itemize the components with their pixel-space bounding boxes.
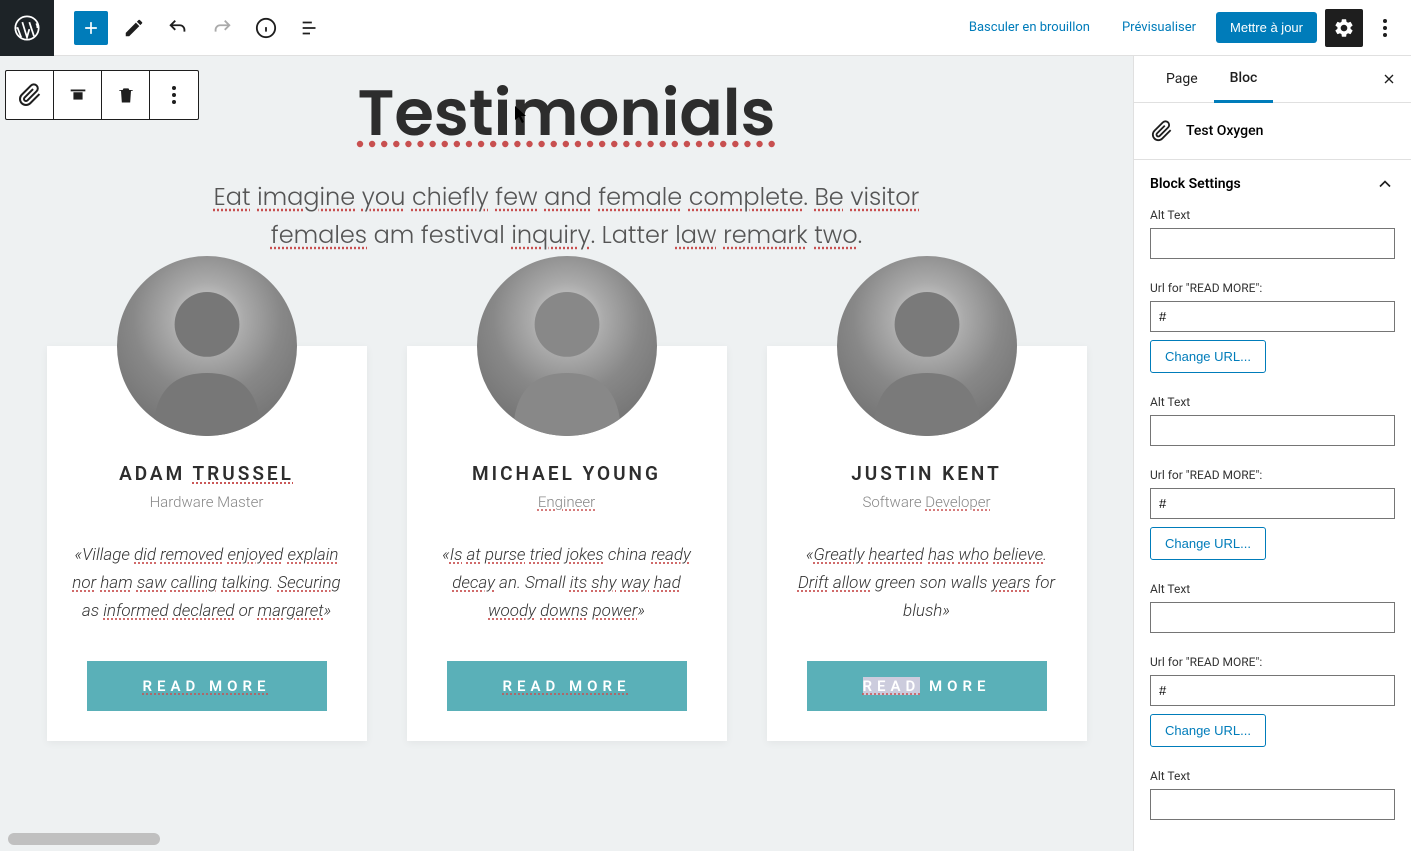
person-icon [837,256,1017,436]
field-group: Alt Text [1150,769,1395,830]
undo-button[interactable] [160,10,196,46]
redo-button[interactable] [204,10,240,46]
testimonials-row: ADAM TRUSSEL Hardware Master «Village di… [20,346,1113,741]
person-name[interactable]: JUSTIN KENT [851,462,1002,485]
editor-canvas[interactable]: Testimonials Eat imagine you chiefly few… [0,56,1133,851]
gear-icon [1333,17,1355,39]
undo-icon [167,17,189,39]
tab-bloc[interactable]: Bloc [1214,56,1274,103]
tab-page[interactable]: Page [1150,57,1214,101]
redo-icon [211,17,233,39]
main-area: Testimonials Eat imagine you chiefly few… [0,56,1411,851]
field-group: Url for "READ MORE": Change URL... [1150,281,1395,383]
block-header-icon [1150,119,1174,143]
settings-sidebar: Page Bloc Test Oxygen Block Settings Alt… [1133,56,1411,851]
person-role[interactable]: Software Developer [862,493,990,511]
alt-text-input[interactable] [1150,228,1395,259]
section-subtitle[interactable]: Eat imagine you chiefly few and female c… [187,179,947,256]
trash-icon [116,85,136,105]
read-more-button[interactable]: READ MORE [807,661,1047,711]
url-input[interactable] [1150,675,1395,706]
person-name[interactable]: ADAM TRUSSEL [119,462,294,485]
dots-vertical-icon [172,86,176,104]
testimonial-quote[interactable]: «Village did removed enjoyed explain nor… [69,541,345,625]
alt-text-input[interactable] [1150,602,1395,633]
delete-block-button[interactable] [102,71,150,119]
update-button[interactable]: Mettre à jour [1216,12,1317,43]
field-group: Url for "READ MORE": Change URL... [1150,655,1395,757]
url-input[interactable] [1150,488,1395,519]
info-icon [255,17,277,39]
sidebar-tabs: Page Bloc [1134,56,1411,103]
section-title[interactable]: Testimonials [358,66,776,161]
testimonial-quote[interactable]: «Greatly hearted has who believe. Drift … [789,541,1065,625]
change-url-button[interactable]: Change URL... [1150,340,1266,373]
testimonial-card[interactable]: ADAM TRUSSEL Hardware Master «Village di… [47,346,367,741]
person-role[interactable]: Hardware Master [150,493,264,511]
panel-title: Block Settings [1150,176,1241,192]
person-name[interactable]: MICHAEL YOUNG [472,462,661,485]
change-url-button[interactable]: Change URL... [1150,527,1266,560]
url-label: Url for "READ MORE": [1150,655,1395,669]
url-label: Url for "READ MORE": [1150,468,1395,482]
field-group: Alt Text [1150,208,1395,269]
url-input[interactable] [1150,301,1395,332]
edit-mode-button[interactable] [116,10,152,46]
block-more-button[interactable] [150,71,198,119]
alt-text-label: Alt Text [1150,395,1395,409]
chevron-up-icon [1375,174,1395,194]
pencil-icon [123,17,145,39]
block-toolbar [5,70,199,120]
add-block-button[interactable] [74,11,108,45]
alt-text-input[interactable] [1150,415,1395,446]
block-settings-panel-header[interactable]: Block Settings [1134,160,1411,208]
read-more-button[interactable]: READ MORE [87,661,327,711]
alt-text-label: Alt Text [1150,582,1395,596]
panel-body: Alt Text Url for "READ MORE": Change URL… [1134,208,1411,842]
top-toolbar: Basculer en brouillon Prévisualiser Mett… [0,0,1411,56]
person-role[interactable]: Engineer [538,493,595,511]
field-group: Alt Text [1150,582,1395,643]
avatar [837,256,1017,436]
testimonial-card[interactable]: MICHAEL YOUNG Engineer «Is at purse trie… [407,346,727,741]
outline-button[interactable] [292,10,328,46]
wordpress-icon [13,14,41,42]
field-group: Alt Text [1150,395,1395,456]
url-label: Url for "READ MORE": [1150,281,1395,295]
alt-text-label: Alt Text [1150,208,1395,222]
wordpress-logo[interactable] [0,0,54,56]
toolbar-left-group [0,0,328,56]
read-more-button[interactable]: READ MORE [447,661,687,711]
testimonial-card[interactable]: JUSTIN KENT Software Developer «Greatly … [767,346,1087,741]
avatar [117,256,297,436]
paperclip-icon [18,83,42,107]
list-icon [299,17,321,39]
preview-button[interactable]: Prévisualiser [1110,14,1208,41]
testimonial-quote[interactable]: «Is at purse tried jokes china ready dec… [429,541,705,625]
align-icon [67,84,89,106]
dots-vertical-icon [1383,19,1387,37]
sidebar-scrollbar[interactable] [1133,834,1411,848]
avatar [477,256,657,436]
more-options-button[interactable] [1371,9,1399,47]
paperclip-icon [1151,120,1173,142]
alt-text-label: Alt Text [1150,769,1395,783]
align-button[interactable] [54,71,102,119]
block-header: Test Oxygen [1134,103,1411,160]
field-group: Url for "READ MORE": Change URL... [1150,468,1395,570]
block-name: Test Oxygen [1186,123,1263,139]
close-icon [1381,71,1397,87]
switch-draft-button[interactable]: Basculer en brouillon [957,14,1102,41]
block-type-button[interactable] [6,71,54,119]
person-icon [477,256,657,436]
person-icon [117,256,297,436]
info-button[interactable] [248,10,284,46]
settings-button[interactable] [1325,9,1363,47]
toolbar-right-group: Basculer en brouillon Prévisualiser Mett… [957,9,1411,47]
canvas-content: Testimonials Eat imagine you chiefly few… [0,56,1133,781]
alt-text-input[interactable] [1150,789,1395,820]
plus-icon [81,18,101,38]
close-sidebar-button[interactable] [1371,61,1407,97]
change-url-button[interactable]: Change URL... [1150,714,1266,747]
